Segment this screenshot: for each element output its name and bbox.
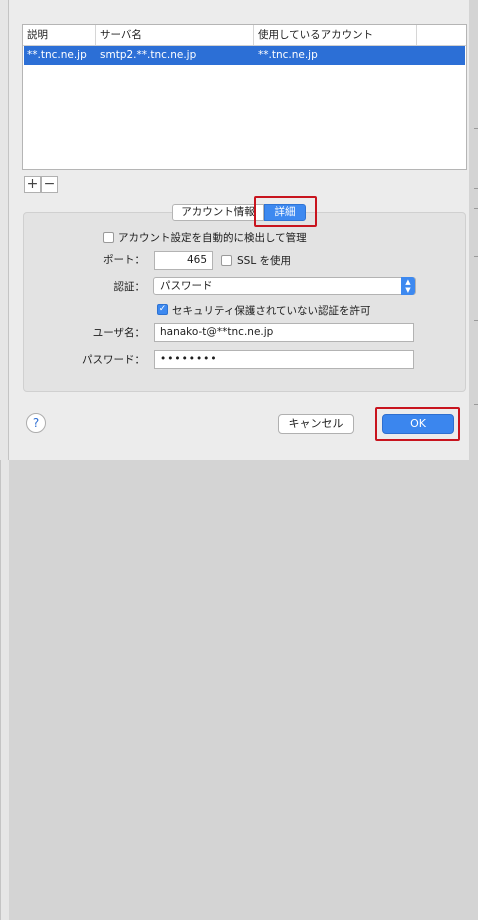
auto-detect-checkbox[interactable]	[103, 232, 114, 243]
checkmark-icon: ✓	[158, 304, 167, 314]
port-label: ポート：	[103, 254, 145, 266]
port-field[interactable]: 465	[154, 251, 213, 270]
username-label: ユーザ名：	[92, 327, 145, 339]
smtp-server-sheet: 説明 サーバ名 使用しているアカウント **.tnc.ne.jp smtp2.*…	[9, 0, 469, 460]
cell-server: smtp2.**.tnc.ne.jp	[100, 49, 197, 61]
smtp-accounts-table: 説明 サーバ名 使用しているアカウント **.tnc.ne.jp smtp2.*…	[22, 24, 467, 170]
tab-account-info[interactable]: アカウント情報	[172, 204, 264, 221]
highlight-box-ok-button	[375, 407, 460, 441]
auth-label: 認証：	[113, 281, 146, 293]
right-window-edge	[0, 460, 9, 920]
help-button[interactable]: ?	[26, 413, 46, 433]
column-header-description[interactable]: 説明	[23, 25, 96, 45]
cell-description: **.tnc.ne.jp	[27, 49, 87, 61]
username-field[interactable]: hanako-t@**tnc.ne.jp	[154, 323, 414, 342]
column-header-account[interactable]: 使用しているアカウント	[254, 25, 417, 45]
highlight-box-details-tab	[254, 196, 317, 227]
allow-insecure-checkbox[interactable]: ✓	[157, 304, 168, 315]
allow-insecure-label: セキュリティ保護されていない認証を許可	[172, 305, 371, 317]
ssl-label: SSL を使用	[237, 255, 292, 267]
add-account-button[interactable]: +	[24, 176, 41, 193]
table-row[interactable]: **.tnc.ne.jp smtp2.**.tnc.ne.jp **.tnc.n…	[24, 46, 465, 65]
right-edge-tick	[474, 256, 478, 257]
auth-select[interactable]: パスワード ▲ ▼	[153, 277, 416, 295]
right-edge-tick	[474, 320, 478, 321]
right-edge-tick	[474, 128, 478, 129]
right-edge-tick	[474, 208, 478, 209]
password-label: パスワード：	[82, 354, 145, 366]
cancel-button[interactable]: キャンセル	[278, 414, 354, 434]
left-window-edge	[0, 0, 9, 460]
right-edge-tick	[474, 188, 478, 189]
up-down-chevron-icon: ▲ ▼	[401, 277, 415, 295]
password-field[interactable]: ••••••••	[154, 350, 414, 369]
ssl-checkbox[interactable]	[221, 255, 232, 266]
column-header-server[interactable]: サーバ名	[96, 25, 254, 45]
right-edge-tick	[474, 404, 478, 405]
auto-detect-label: アカウント設定を自動的に検出して管理	[118, 232, 307, 244]
question-mark-icon: ?	[32, 416, 40, 430]
cell-account: **.tnc.ne.jp	[258, 49, 318, 61]
table-header: 説明 サーバ名 使用しているアカウント	[23, 25, 466, 46]
auth-select-value: パスワード	[160, 280, 213, 292]
remove-account-button[interactable]: −	[41, 176, 58, 193]
